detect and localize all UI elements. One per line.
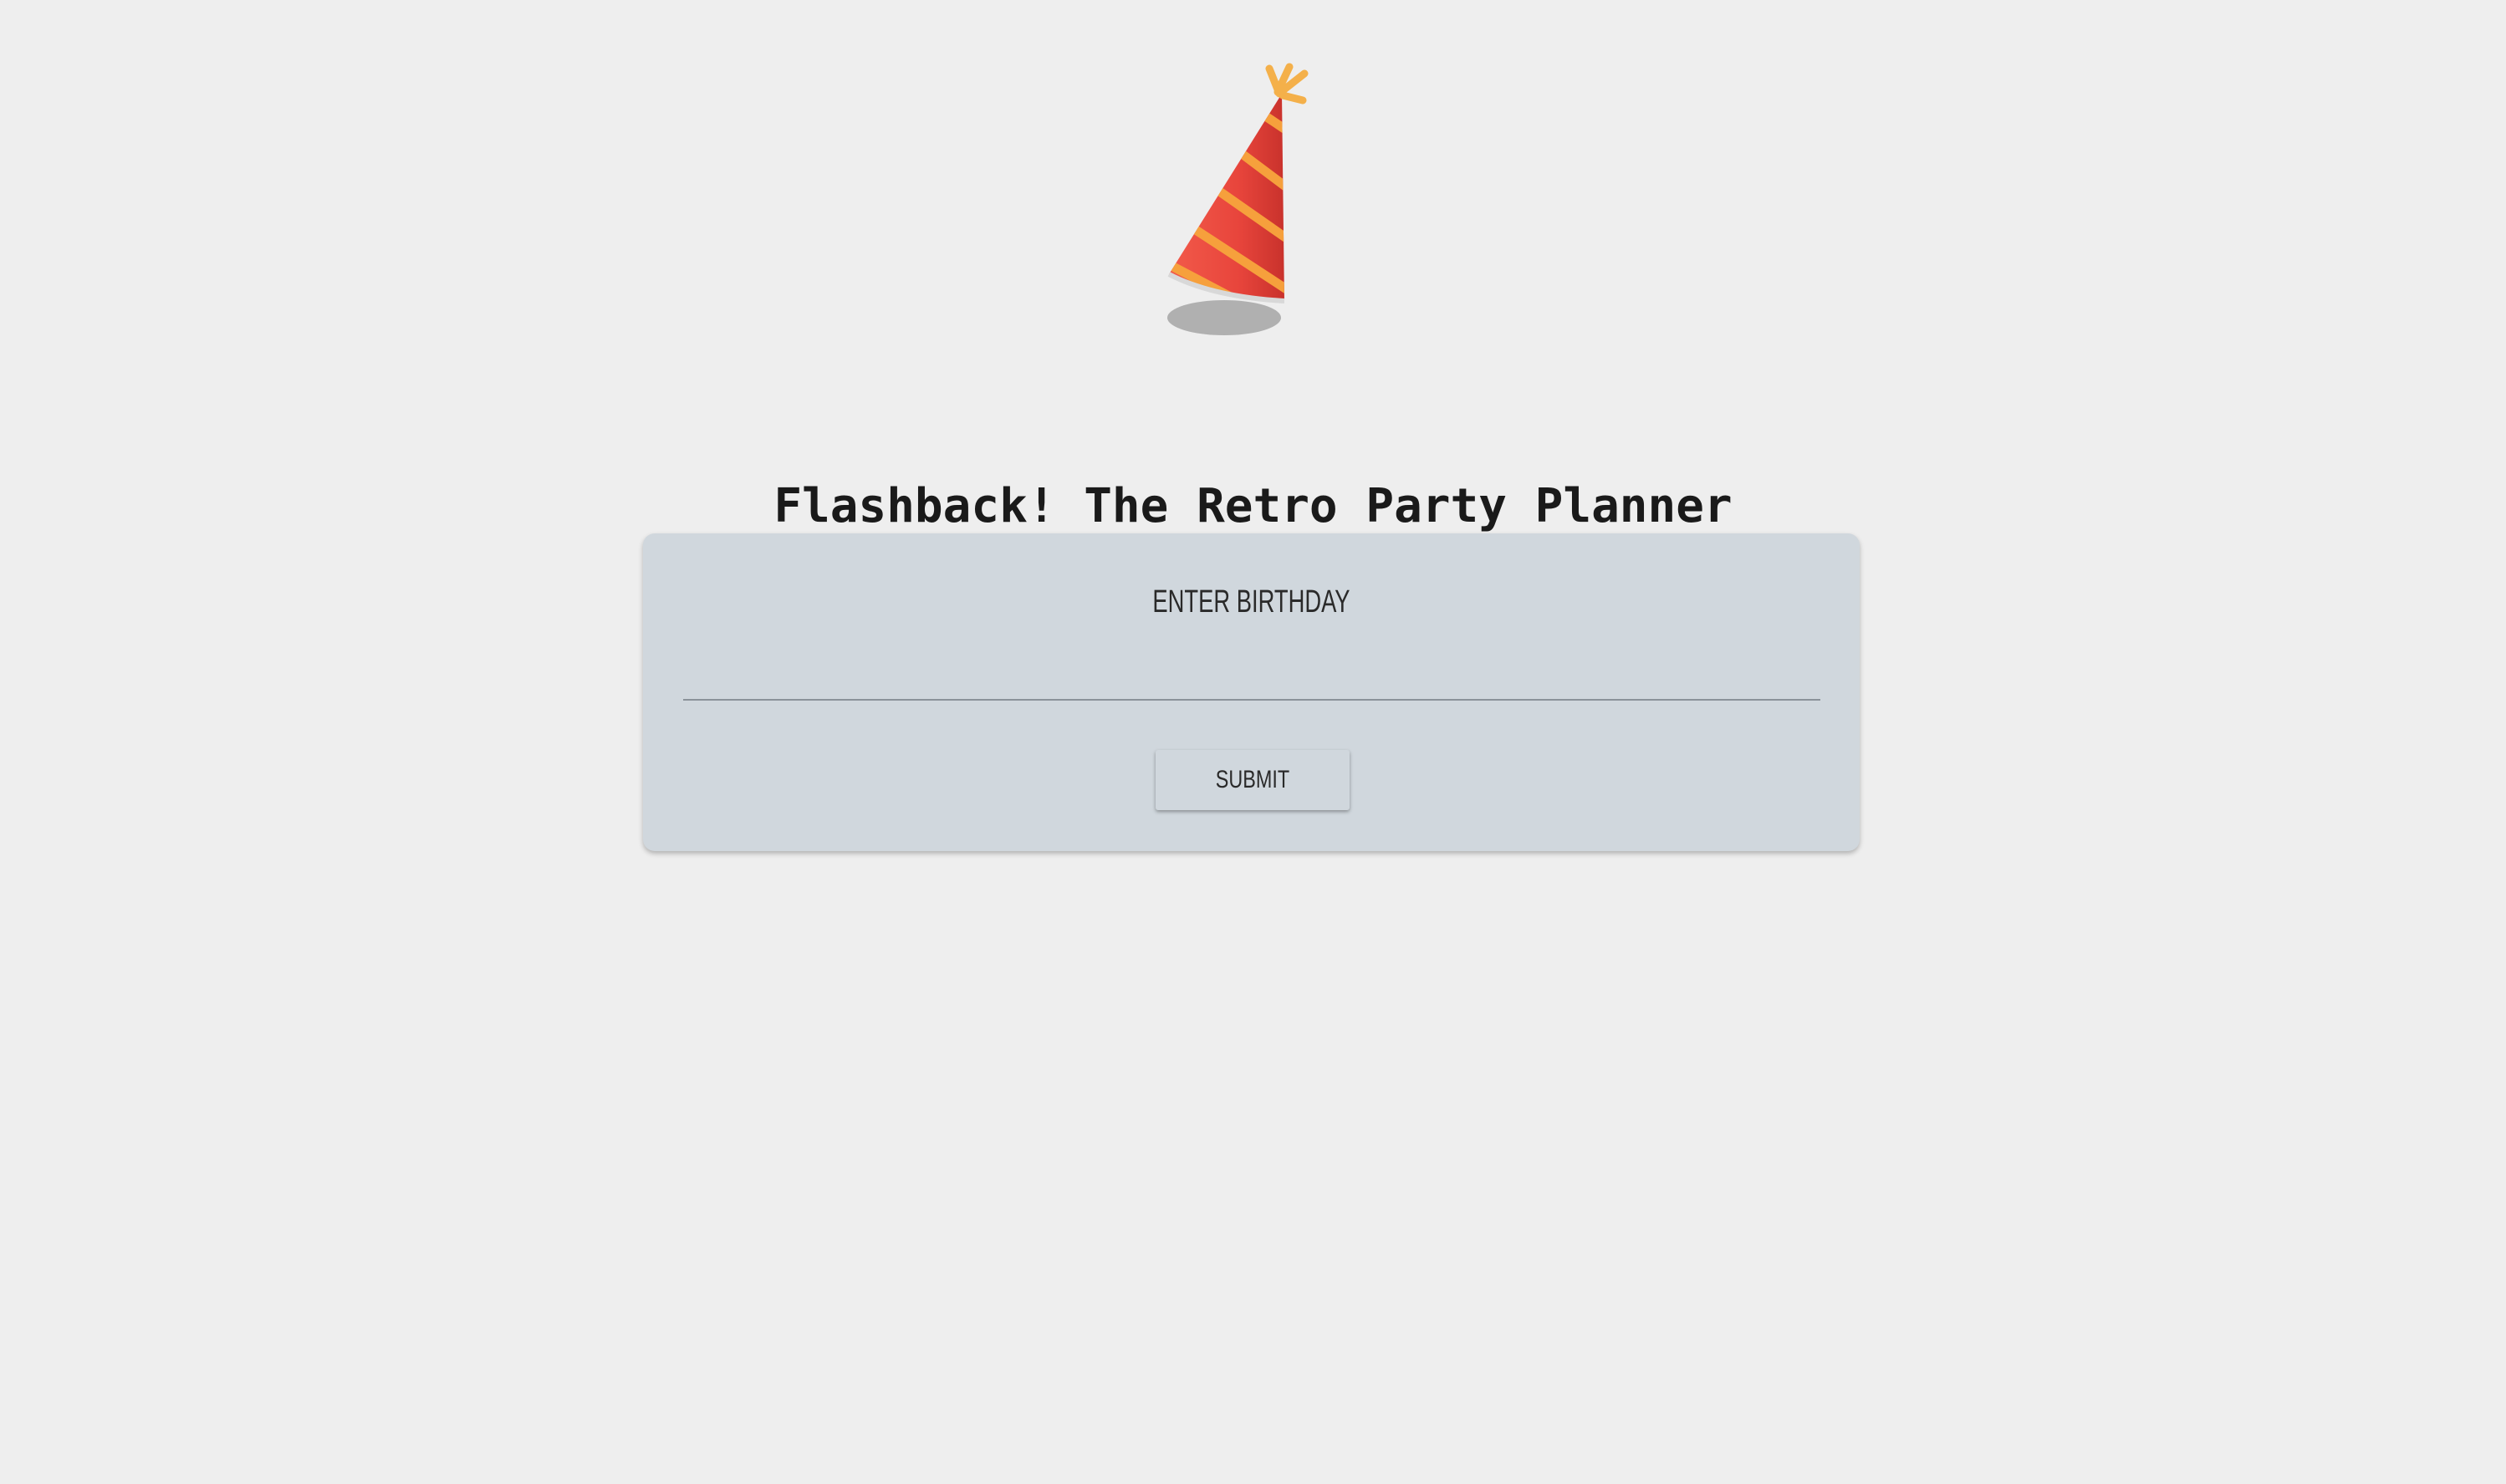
birthday-label: ENTER BIRTHDAY	[1152, 584, 1350, 620]
party-hat-icon	[1167, 63, 1309, 335]
page-title: Flashback! The Retro Party Planner	[773, 478, 1733, 533]
submit-button-label: SUBMIT	[1215, 766, 1290, 793]
party-hat-logo	[1162, 59, 1338, 343]
birthday-form-card: ENTER BIRTHDAY SUBMIT	[643, 533, 1860, 851]
submit-button[interactable]: SUBMIT	[1156, 750, 1350, 810]
birthday-input[interactable]	[683, 642, 1820, 701]
